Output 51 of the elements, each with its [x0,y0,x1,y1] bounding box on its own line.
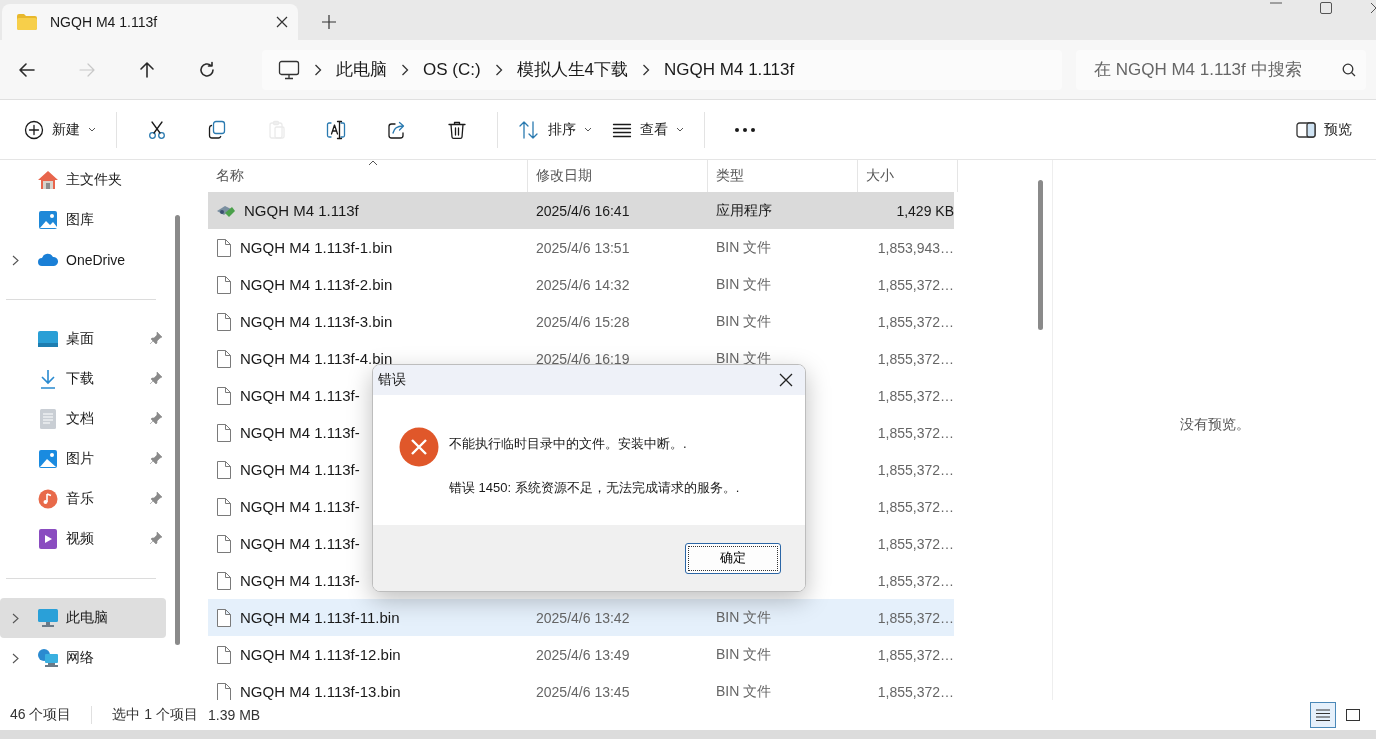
file-name: NGQH M4 1.113f- [240,424,360,441]
file-size: 1,855,372… [877,609,954,626]
file-name: NGQH M4 1.113f-13.bin [240,683,401,700]
file-type: BIN 文件 [716,608,772,625]
file-name: NGQH M4 1.113f- [240,535,360,552]
file-type: BIN 文件 [716,275,772,292]
selection-info: 选中 1 个项目 [112,706,199,724]
file-size: 1,855,372… [877,387,954,404]
modified-date: 2025/4/6 16:19 [536,350,630,367]
error-message: 不能执行临时目录中的文件。安装中断。. [449,435,688,453]
file-name: NGQH M4 1.113f- [240,498,360,515]
file-size: 1,855,372… [877,424,954,441]
file-name: NGQH M4 1.113f-3.bin [240,313,393,330]
file-size: 1,855,372… [877,276,954,293]
modified-date: 2025/4/6 15:28 [536,313,630,330]
dialog-title: 错误 [378,371,407,389]
preview-message: 没有预览。 [1179,416,1250,434]
file-size: 1,855,372… [877,498,954,515]
file-size: 1,429 KB [896,202,954,219]
modified-date: 2025/4/6 16:41 [536,202,630,219]
error-message: 错误 1450: 系统资源不足，无法完成请求的服务。. [449,479,740,497]
file-type: BIN 文件 [716,238,772,255]
file-type: BIN 文件 [716,645,772,662]
file-size: 1,853,943… [877,239,954,256]
modified-date: 2025/4/6 13:45 [536,683,630,700]
file-type: BIN 文件 [716,682,772,699]
file-type: 应用程序 [716,201,772,218]
modified-date: 2025/4/6 14:32 [536,276,630,293]
file-size: 1,855,372… [877,683,954,700]
tab-title: NGQH M4 1.113f [50,14,159,30]
file-name: NGQH M4 1.113f- [240,461,360,478]
file-name: NGQH M4 1.113f-4.bin [240,350,393,367]
file-size: 1,855,372… [877,535,954,552]
file-name: NGQH M4 1.113f- [240,572,360,589]
file-name: NGQH M4 1.113f-11.bin [240,609,400,626]
file-size: 1,855,372… [877,646,954,663]
file-size: 1,855,372… [877,461,954,478]
modified-date: 2025/4/6 13:42 [536,609,630,626]
file-name: NGQH M4 1.113f-1.bin [240,239,393,256]
file-size: 1,855,372… [877,313,954,330]
file-size: 1,855,372… [877,350,954,367]
selection-size: 1.39 MB [208,707,261,723]
file-name: NGQH M4 1.113f- [240,387,360,404]
file-name: NGQH M4 1.113f [244,202,359,219]
file-name: NGQH M4 1.113f-2.bin [240,276,393,293]
item-count: 46 个项目 [10,706,72,724]
file-type: BIN 文件 [716,312,772,329]
file-name: NGQH M4 1.113f-12.bin [240,646,401,663]
file-size: 1,855,372… [877,572,954,589]
modified-date: 2025/4/6 13:49 [536,646,630,663]
modified-date: 2025/4/6 13:51 [536,239,630,256]
